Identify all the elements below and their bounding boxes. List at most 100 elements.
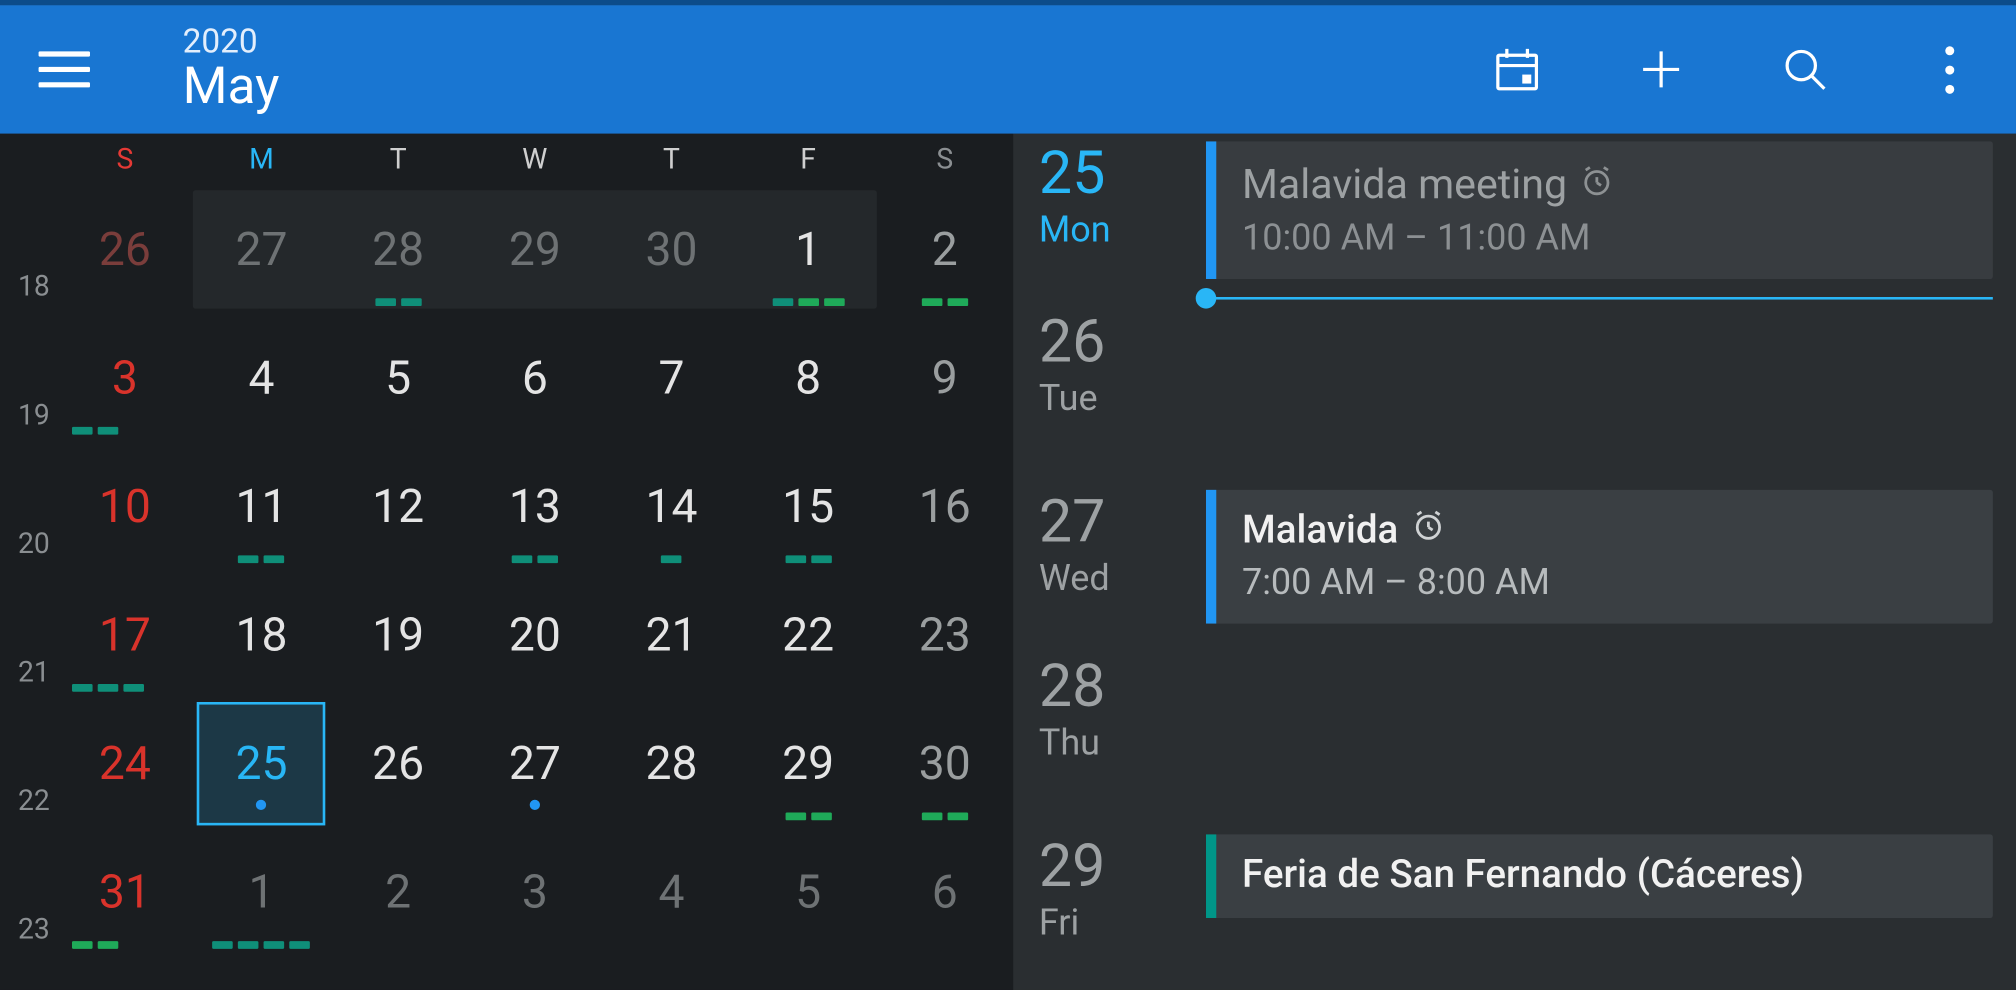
event-card[interactable]: Malavida 7:00 AM – 8:00 AM — [1206, 490, 1993, 624]
day-number: 26 — [99, 226, 151, 272]
day-cell[interactable]: 6 — [467, 314, 604, 443]
day-number: 17 — [99, 612, 151, 658]
day-cell[interactable]: 1 — [740, 185, 877, 314]
day-cell[interactable]: 2 — [330, 828, 467, 957]
dow-cell: W — [467, 143, 604, 175]
event-title: Feria de San Fernando (Cáceres) — [1242, 852, 1965, 897]
week-number: 22 — [0, 699, 57, 828]
day-cell[interactable]: 18 — [193, 571, 330, 700]
agenda-day-dow: Wed — [1039, 557, 1206, 599]
overflow-icon[interactable] — [1918, 39, 1980, 101]
agenda-panel[interactable]: 25MonMalavida meeting10:00 AM – 11:00 AM… — [1013, 134, 2016, 990]
day-cell[interactable]: 9 — [876, 314, 1013, 443]
day-cell[interactable]: 31 — [57, 828, 194, 957]
day-cell[interactable]: 15 — [740, 442, 877, 571]
week-row: 22 24 25 26 2728 29 30 — [0, 699, 1013, 828]
day-cell[interactable]: 21 — [603, 571, 740, 700]
day-cell[interactable]: 17 — [57, 571, 194, 700]
agenda-day: 28Thu — [1013, 647, 2016, 827]
day-cell[interactable]: 30 — [876, 699, 1013, 828]
title-block[interactable]: 2020 May — [183, 26, 280, 113]
week-row: 2117181920212223 — [0, 571, 1013, 700]
day-number: 14 — [645, 483, 697, 529]
day-cell[interactable]: 13 — [467, 442, 604, 571]
day-number: 29 — [782, 741, 834, 787]
day-number: 16 — [919, 483, 971, 529]
day-number: 30 — [919, 741, 971, 787]
day-cell[interactable]: 29 — [740, 699, 877, 828]
day-cell[interactable]: 4 — [603, 828, 740, 957]
agenda-day: 26Tue — [1013, 302, 2016, 482]
agenda-date[interactable]: 26Tue — [1039, 302, 1206, 482]
day-cell[interactable]: 29 — [467, 185, 604, 314]
day-cell[interactable]: 26 — [330, 699, 467, 828]
day-number: 4 — [658, 869, 684, 915]
day-cell[interactable]: 5 — [330, 314, 467, 443]
agenda-day-number: 28 — [1039, 657, 1206, 716]
day-number: 6 — [932, 869, 958, 915]
day-number: 26 — [372, 741, 424, 787]
agenda-body — [1206, 647, 2016, 827]
agenda-day-dow: Fri — [1039, 901, 1206, 943]
week-row: 2010111213141516 — [0, 442, 1013, 571]
day-cell[interactable]: 20 — [467, 571, 604, 700]
week-row: 193456789 — [0, 314, 1013, 443]
day-cell[interactable]: 22 — [740, 571, 877, 700]
event-time: 10:00 AM – 11:00 AM — [1242, 216, 1965, 258]
day-number: 9 — [932, 355, 958, 401]
day-cell[interactable]: 23 — [876, 571, 1013, 700]
day-cell[interactable]: 30 — [603, 185, 740, 314]
day-cell[interactable]: 27 — [467, 699, 604, 828]
title-month: May — [183, 59, 280, 113]
week-number: 18 — [0, 185, 57, 314]
day-cell[interactable]: 6 — [876, 828, 1013, 957]
agenda-date[interactable]: 29Fri — [1039, 827, 1206, 944]
day-cell[interactable]: 24 — [57, 699, 194, 828]
day-cell[interactable]: 28 — [330, 185, 467, 314]
search-icon[interactable] — [1774, 39, 1836, 101]
day-cell[interactable]: 10 — [57, 442, 194, 571]
day-cell[interactable]: 8 — [740, 314, 877, 443]
day-cell[interactable]: 11 — [193, 442, 330, 571]
agenda-body: Malavida 7:00 AM – 8:00 AM — [1206, 482, 2016, 647]
day-cell[interactable]: 3 — [467, 828, 604, 957]
alarm-icon — [1411, 508, 1444, 553]
day-number: 4 — [249, 355, 275, 401]
day-number: 19 — [372, 612, 424, 658]
agenda-body: Feria de San Fernando (Cáceres) — [1206, 827, 2016, 944]
week-row: 18 26 2728293012 — [0, 185, 1013, 314]
event-card[interactable]: Feria de San Fernando (Cáceres) — [1206, 834, 1993, 918]
menu-icon[interactable] — [39, 44, 90, 95]
day-cell[interactable]: 5 — [740, 828, 877, 957]
day-number: 13 — [509, 483, 561, 529]
day-cell[interactable]: 28 — [603, 699, 740, 828]
day-cell[interactable]: 25 — [193, 699, 330, 828]
event-card[interactable]: Malavida meeting10:00 AM – 11:00 AM — [1206, 141, 1993, 279]
agenda-day-number: 26 — [1039, 312, 1206, 371]
day-cell[interactable]: 14 — [603, 442, 740, 571]
agenda-day-number: 27 — [1039, 492, 1206, 551]
today-icon[interactable] — [1486, 39, 1548, 101]
event-title: Malavida — [1242, 508, 1965, 553]
day-cell[interactable]: 27 — [193, 185, 330, 314]
agenda-day: 27 Wed Malavida 7:00 AM – 8:00 AM — [1013, 482, 2016, 647]
day-cell[interactable]: 16 — [876, 442, 1013, 571]
dow-cell: T — [330, 143, 467, 175]
day-cell[interactable]: 7 — [603, 314, 740, 443]
agenda-date[interactable]: 28Thu — [1039, 647, 1206, 827]
day-cell[interactable]: 4 — [193, 314, 330, 443]
agenda-date[interactable]: 25Mon — [1039, 134, 1206, 302]
day-cell[interactable]: 19 — [330, 571, 467, 700]
app-bar: 2020 May — [0, 5, 2016, 134]
agenda-date[interactable]: 27 Wed — [1039, 482, 1206, 647]
day-number: 22 — [782, 612, 834, 658]
day-cell[interactable]: 2 — [876, 185, 1013, 314]
event-time: 7:00 AM – 8:00 AM — [1242, 561, 1965, 603]
day-number: 24 — [99, 741, 151, 787]
week-row: 2331123456 — [0, 828, 1013, 957]
day-cell[interactable]: 12 — [330, 442, 467, 571]
day-cell[interactable]: 3 — [57, 314, 194, 443]
add-icon[interactable] — [1630, 39, 1692, 101]
day-cell[interactable]: 1 — [193, 828, 330, 957]
day-cell[interactable]: 26 — [57, 185, 194, 314]
